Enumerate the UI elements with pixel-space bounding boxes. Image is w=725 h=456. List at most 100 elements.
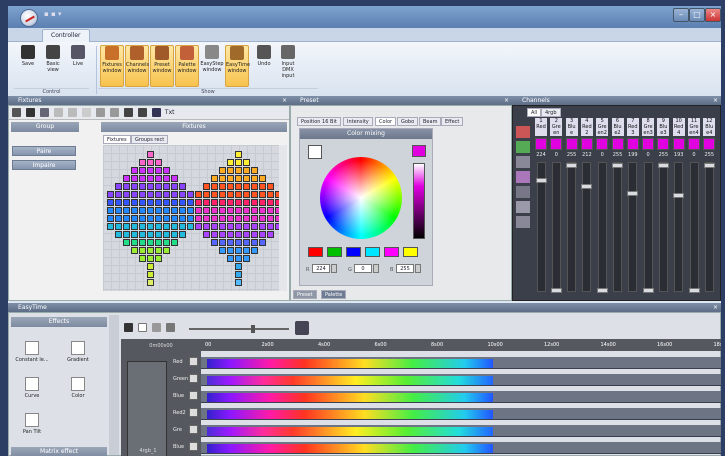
fixture-cell[interactable]	[115, 215, 122, 222]
lamp-icon[interactable]	[26, 108, 35, 117]
undo-button[interactable]: Undo	[252, 45, 276, 87]
effect-bar[interactable]	[207, 444, 493, 453]
fixture-cell[interactable]	[243, 239, 250, 246]
fixture-cell[interactable]	[259, 191, 266, 198]
fixture-cell[interactable]	[219, 207, 226, 214]
fixture-cell[interactable]	[203, 199, 210, 206]
fixture-cell[interactable]	[203, 223, 210, 230]
live-button[interactable]: Live	[66, 45, 90, 87]
group-paire-button[interactable]: Paire	[12, 146, 76, 156]
tab-controller[interactable]: Controller	[42, 29, 90, 42]
fixture-cell[interactable]	[227, 167, 234, 174]
fixture-cell[interactable]	[163, 207, 170, 214]
track-icon[interactable]	[189, 442, 198, 451]
fixture-cell[interactable]	[235, 271, 242, 278]
grid-icon[interactable]	[516, 186, 530, 198]
fixture-cell[interactable]	[163, 183, 170, 190]
fixture-cell[interactable]	[227, 207, 234, 214]
fixture-cell[interactable]	[171, 231, 178, 238]
fixture-cell[interactable]	[147, 183, 154, 190]
effect-constant-le-[interactable]: Constant le...	[13, 341, 51, 363]
track-icon[interactable]	[189, 374, 198, 383]
fixture-cell[interactable]	[227, 231, 234, 238]
fixture-cell[interactable]	[155, 215, 162, 222]
fixture-cell[interactable]	[171, 183, 178, 190]
palette-icon[interactable]	[516, 201, 530, 213]
fixture-cell[interactable]	[211, 183, 218, 190]
channel-fader[interactable]	[596, 162, 608, 293]
fixture-cell[interactable]	[163, 167, 170, 174]
fixture-cell[interactable]	[211, 175, 218, 182]
fixture-cell[interactable]	[211, 239, 218, 246]
preset-window-button[interactable]: Preset window	[150, 45, 174, 87]
fixture-cell[interactable]	[203, 215, 210, 222]
fixture-cell[interactable]	[123, 231, 130, 238]
fixture-cell[interactable]	[195, 199, 202, 206]
fixture-cell[interactable]	[107, 207, 114, 214]
fixture-cell[interactable]	[171, 191, 178, 198]
channel-fader[interactable]	[550, 162, 562, 293]
fixture-cell[interactable]	[211, 223, 218, 230]
fixture-cell[interactable]	[139, 247, 146, 254]
fixture-cell[interactable]	[115, 199, 122, 206]
fixture-cell[interactable]	[235, 151, 242, 158]
fixture-cell[interactable]	[235, 167, 242, 174]
magnet-icon[interactable]	[295, 321, 309, 335]
grid-small-icon[interactable]	[138, 108, 147, 117]
channel-fader[interactable]	[627, 162, 639, 292]
fixture-cell[interactable]	[163, 247, 170, 254]
fixture-cell[interactable]	[235, 255, 242, 262]
fixture-cell[interactable]	[163, 231, 170, 238]
settings-icon[interactable]	[152, 323, 161, 332]
fixture-cell[interactable]	[171, 175, 178, 182]
maximize-button[interactable]: □	[689, 8, 705, 22]
fixture-cell[interactable]	[139, 199, 146, 206]
grid-icon[interactable]	[124, 108, 133, 117]
rgb-input-g[interactable]: 0	[354, 264, 372, 273]
fixture-cell[interactable]	[187, 199, 194, 206]
fader-knob[interactable]	[596, 288, 608, 293]
fixture-cell[interactable]	[235, 207, 242, 214]
close-icon[interactable]: ×	[713, 303, 718, 312]
fixture-cell[interactable]	[163, 223, 170, 230]
fixture-cell[interactable]	[219, 191, 226, 198]
fixture-cell[interactable]	[243, 167, 250, 174]
move-icon[interactable]	[12, 108, 21, 117]
fixture-cell[interactable]	[163, 191, 170, 198]
color-swatch[interactable]	[365, 247, 380, 257]
channel-fader[interactable]	[688, 162, 700, 293]
stepper-icon[interactable]	[373, 264, 379, 273]
fixture-cell[interactable]	[115, 223, 122, 230]
fixture-cell[interactable]	[227, 159, 234, 166]
rgb-input-r[interactable]: 224	[312, 264, 330, 273]
fixture-cell[interactable]	[267, 207, 274, 214]
fixture-cell[interactable]	[227, 239, 234, 246]
fixture-cell[interactable]	[147, 239, 154, 246]
fixture-cell[interactable]	[147, 263, 154, 270]
fixture-cell[interactable]	[155, 175, 162, 182]
fixture-cell[interactable]	[131, 239, 138, 246]
fixture-cell[interactable]	[107, 215, 114, 222]
fixture-cell[interactable]	[115, 183, 122, 190]
fixture-cell[interactable]	[259, 199, 266, 206]
fixture-cell[interactable]	[139, 183, 146, 190]
fixture-cell[interactable]	[123, 183, 130, 190]
fixture-cell[interactable]	[115, 191, 122, 198]
color-wheel[interactable]	[320, 157, 402, 239]
fixture-cell[interactable]	[171, 199, 178, 206]
power-icon[interactable]	[516, 141, 530, 153]
fixture-cell[interactable]	[267, 231, 274, 238]
fixture-cell[interactable]	[147, 199, 154, 206]
fixture-cell[interactable]	[179, 207, 186, 214]
effects-scrollbar[interactable]	[109, 315, 119, 455]
fixture-cell[interactable]	[131, 207, 138, 214]
minimize-button[interactable]: –	[673, 8, 689, 22]
fixture-cell[interactable]	[179, 183, 186, 190]
fixture-cell[interactable]	[227, 191, 234, 198]
color-swatch[interactable]	[384, 247, 399, 257]
fixture-cell[interactable]	[123, 223, 130, 230]
fixture-cell[interactable]	[267, 215, 274, 222]
fixture-cell[interactable]	[155, 239, 162, 246]
color-swatch[interactable]	[308, 247, 323, 257]
fixture-cell[interactable]	[107, 223, 114, 230]
